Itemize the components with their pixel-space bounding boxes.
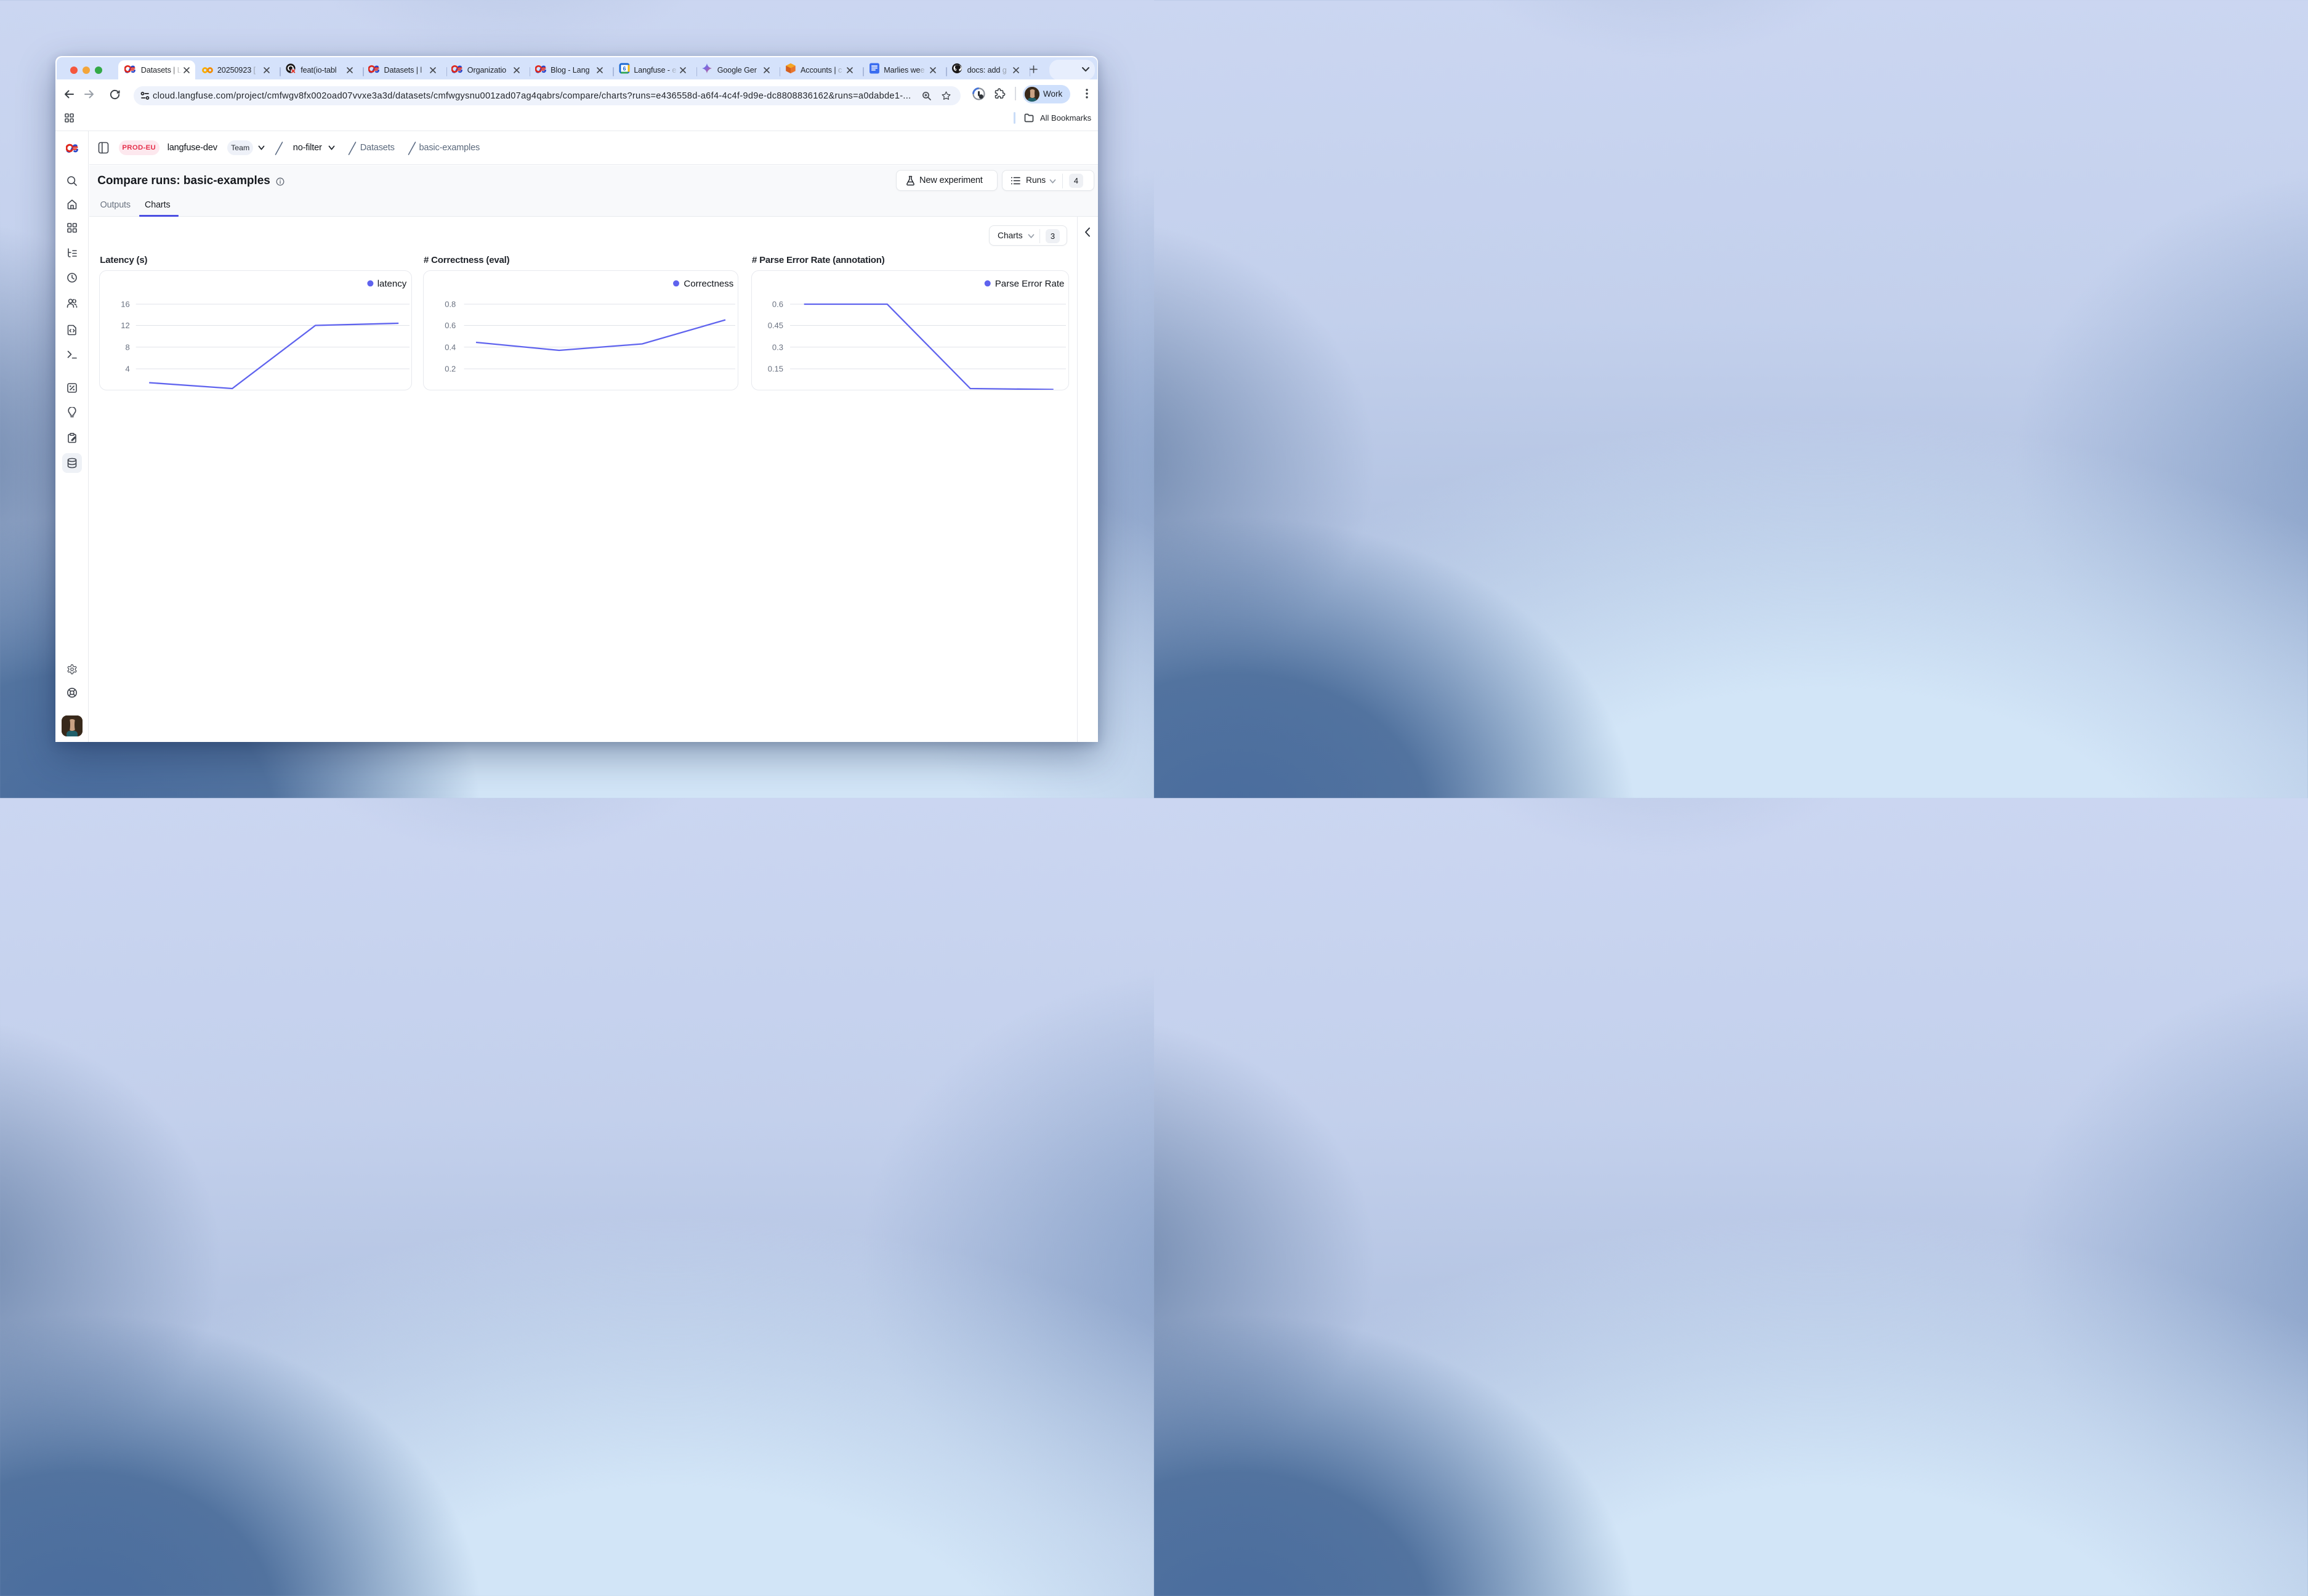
svg-text:0.15: 0.15 <box>768 365 783 374</box>
svg-text:4: 4 <box>126 365 130 374</box>
svg-text:0.6: 0.6 <box>445 321 456 330</box>
svg-text:Correctness: Correctness <box>684 278 733 289</box>
svg-text:0.2: 0.2 <box>445 365 456 374</box>
svg-text:0.4: 0.4 <box>445 342 456 352</box>
svg-text:0.3: 0.3 <box>772 342 783 352</box>
svg-text:0.45: 0.45 <box>768 321 783 330</box>
svg-text:0.6: 0.6 <box>772 300 783 309</box>
svg-text:0.8: 0.8 <box>445 300 456 309</box>
svg-text:Parse Error Rate: Parse Error Rate <box>995 278 1065 289</box>
svg-text:16: 16 <box>121 300 130 309</box>
svg-text:6: 6 <box>623 65 626 71</box>
svg-text:12: 12 <box>121 321 130 330</box>
svg-text:latency: latency <box>377 278 407 289</box>
svg-text:8: 8 <box>126 342 130 352</box>
